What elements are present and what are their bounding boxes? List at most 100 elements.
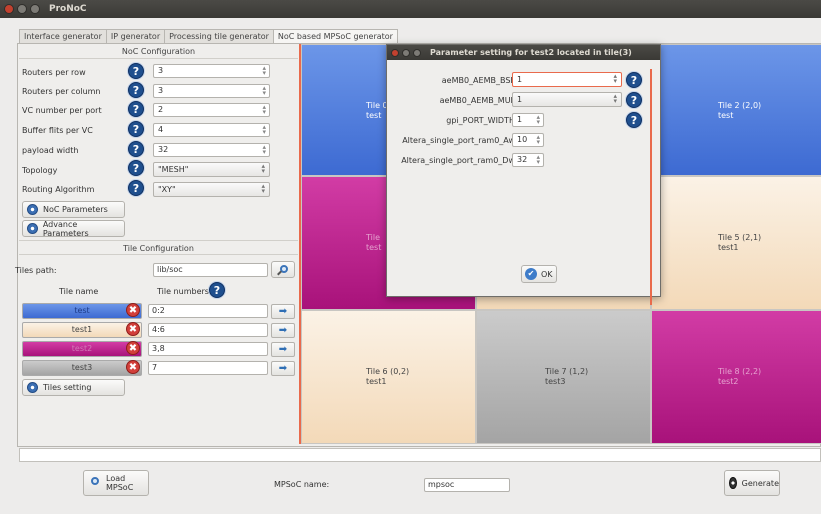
routing-algorithm-help-icon[interactable]: ?: [128, 180, 144, 196]
ok-label: OK: [541, 269, 553, 279]
bottom-action-bar: Load MPSoC MPSoC name: mpsoc Generate: [19, 464, 821, 502]
apply-arrow-button[interactable]: ➡: [271, 304, 295, 319]
vc-number-help-icon[interactable]: ?: [128, 101, 144, 117]
tab-noc-mpsoc-generator[interactable]: NoC based MPSoC generator: [272, 29, 398, 44]
param-mul-select[interactable]: 1 ▴ ▾: [512, 92, 622, 107]
close-window-icon[interactable]: [4, 4, 14, 14]
advance-parameters-button[interactable]: Advance Parameters: [22, 219, 125, 238]
param-label: gpi_PORT_WIDTH: [446, 116, 515, 125]
ok-button[interactable]: ✔ OK: [521, 265, 557, 283]
delete-tile-row-icon[interactable]: ✖: [126, 341, 140, 355]
buffer-flits-spinner[interactable]: 4 ▴ ▾: [153, 123, 270, 137]
status-bar: [19, 448, 821, 462]
param-gpi-help-icon[interactable]: ?: [626, 112, 642, 128]
param-ram-dw-spinner[interactable]: 32 ▴ ▾: [512, 153, 544, 167]
payload-width-help-icon[interactable]: ?: [128, 141, 144, 157]
minimize-window-icon[interactable]: [17, 4, 27, 14]
payload-width-label: payload width: [22, 146, 79, 155]
delete-tile-row-icon[interactable]: ✖: [126, 303, 140, 317]
tile-title: Tile 5 (2,1): [718, 233, 762, 242]
window-titlebar: ProNoC: [0, 0, 821, 18]
tiles-setting-button[interactable]: Tiles setting: [22, 379, 125, 396]
routers-per-row-label: Routers per row: [22, 68, 86, 77]
tiles-path-input[interactable]: lib/soc: [153, 263, 268, 277]
tile-numbers-column-header: Tile numbers: [157, 287, 209, 296]
buffer-flits-label: Buffer flits per VC: [22, 126, 93, 135]
tab-processing-tile-generator[interactable]: Processing tile generator: [164, 29, 274, 44]
tile-subtitle: test1: [366, 377, 387, 386]
gear-icon: [27, 382, 38, 393]
tile-name-column-header: Tile name: [59, 287, 99, 296]
topology-help-icon[interactable]: ?: [128, 160, 144, 176]
topology-select[interactable]: "MESH" ▴ ▾: [153, 162, 270, 177]
tile-type-test1-button[interactable]: test1: [22, 322, 142, 338]
dialog-title: Parameter setting for test2 located in t…: [430, 48, 632, 57]
param-label: aeMB0_AEMB_MUL: [439, 96, 515, 105]
param-ram-aw-spinner[interactable]: 10 ▴ ▾: [512, 133, 544, 147]
maximize-window-icon[interactable]: [30, 4, 40, 14]
close-dialog-icon[interactable]: [391, 48, 399, 57]
routers-per-column-help-icon[interactable]: ?: [128, 82, 144, 98]
param-label: aeMB0_AEMB_BSF: [441, 76, 515, 85]
maximize-dialog-icon[interactable]: [413, 48, 421, 57]
dialog-body: aeMB0_AEMB_BSF 1 ▴ ▾ ? aeMB0_AEMB_MUL 1 ▴ ▾ …: [397, 69, 652, 305]
dialog-titlebar: Parameter setting for test2 located in t…: [387, 45, 660, 60]
param-gpi-width-spinner[interactable]: 1 ▴ ▾: [512, 113, 544, 127]
tile-numbers-input[interactable]: 0:2: [148, 304, 268, 318]
tile-subtitle: test1: [718, 243, 739, 252]
generate-gear-icon: [729, 477, 737, 489]
tile-title: Tile: [366, 233, 381, 242]
tile-type-test3-button[interactable]: test3: [22, 360, 142, 376]
tile-config-header: Tile Configuration: [19, 240, 298, 255]
payload-width-spinner[interactable]: 32 ▴ ▾: [153, 143, 270, 157]
tile-numbers-input[interactable]: 7: [148, 361, 268, 375]
param-mul-help-icon[interactable]: ?: [626, 92, 642, 108]
param-bsf-help-icon[interactable]: ?: [626, 72, 642, 88]
gear-icon: [27, 223, 38, 234]
routers-per-row-help-icon[interactable]: ?: [128, 63, 144, 79]
load-mpsoc-button[interactable]: Load MPSoC: [83, 470, 149, 496]
routing-algorithm-select[interactable]: "XY" ▴ ▾: [153, 182, 270, 197]
tile-type-test2-button[interactable]: test2: [22, 341, 142, 357]
routers-per-column-spinner[interactable]: 3 ▴ ▾: [153, 84, 270, 98]
search-icon: [88, 476, 100, 490]
tile-8[interactable]: Tile 8 (2,2) test2: [651, 310, 821, 444]
routing-algorithm-label: Routing Algorithm: [22, 185, 95, 194]
vc-number-spinner[interactable]: 2 ▴ ▾: [153, 103, 270, 117]
apply-arrow-button[interactable]: ➡: [271, 361, 295, 376]
noc-config-header: NoC Configuration: [19, 44, 298, 59]
routers-per-row-spinner[interactable]: 3 ▴ ▾: [153, 64, 270, 78]
tile-numbers-help-icon[interactable]: ?: [209, 282, 225, 298]
noc-parameters-button[interactable]: NoC Parameters: [22, 201, 125, 218]
apply-arrow-button[interactable]: ➡: [271, 323, 295, 338]
tile-type-test-button[interactable]: test: [22, 303, 142, 319]
minimize-dialog-icon[interactable]: [402, 48, 410, 57]
topology-label: Topology: [22, 166, 58, 175]
tile-2[interactable]: Tile 2 (2,0) test: [651, 44, 821, 176]
mpsoc-name-label: MPSoC name:: [274, 480, 330, 489]
parameter-setting-dialog: Parameter setting for test2 located in t…: [386, 44, 661, 305]
check-icon: ✔: [525, 268, 537, 280]
tile-6[interactable]: Tile 6 (0,2) test1: [301, 310, 476, 444]
buffer-flits-help-icon[interactable]: ?: [128, 121, 144, 137]
tile-7[interactable]: Tile 7 (1,2) test3: [476, 310, 651, 444]
tile-numbers-input[interactable]: 3,8: [148, 342, 268, 356]
window-title: ProNoC: [49, 4, 87, 14]
advance-parameters-label: Advance Parameters: [42, 219, 89, 238]
left-config-panel: NoC Configuration Routers per row ? 3 ▴ ▾ …: [15, 44, 298, 446]
param-bsf-select[interactable]: 1 ▴ ▾: [512, 72, 622, 87]
delete-tile-row-icon[interactable]: ✖: [126, 360, 140, 374]
tab-ip-generator[interactable]: IP generator: [105, 29, 166, 44]
routers-per-column-label: Routers per column: [22, 87, 101, 96]
tile-subtitle: test: [366, 111, 382, 120]
tile-5[interactable]: Tile 5 (2,1) test1: [651, 176, 821, 310]
tile-numbers-input[interactable]: 4:6: [148, 323, 268, 337]
delete-tile-row-icon[interactable]: ✖: [126, 322, 140, 336]
apply-arrow-button[interactable]: ➡: [271, 342, 295, 357]
browse-path-button[interactable]: [271, 261, 295, 278]
mpsoc-name-input[interactable]: mpsoc: [424, 478, 510, 492]
noc-parameters-label: NoC Parameters: [43, 205, 108, 214]
tiles-path-label: Tiles path:: [15, 266, 57, 275]
generate-button[interactable]: Generate: [724, 470, 780, 496]
tab-interface-generator[interactable]: Interface generator: [19, 29, 107, 44]
